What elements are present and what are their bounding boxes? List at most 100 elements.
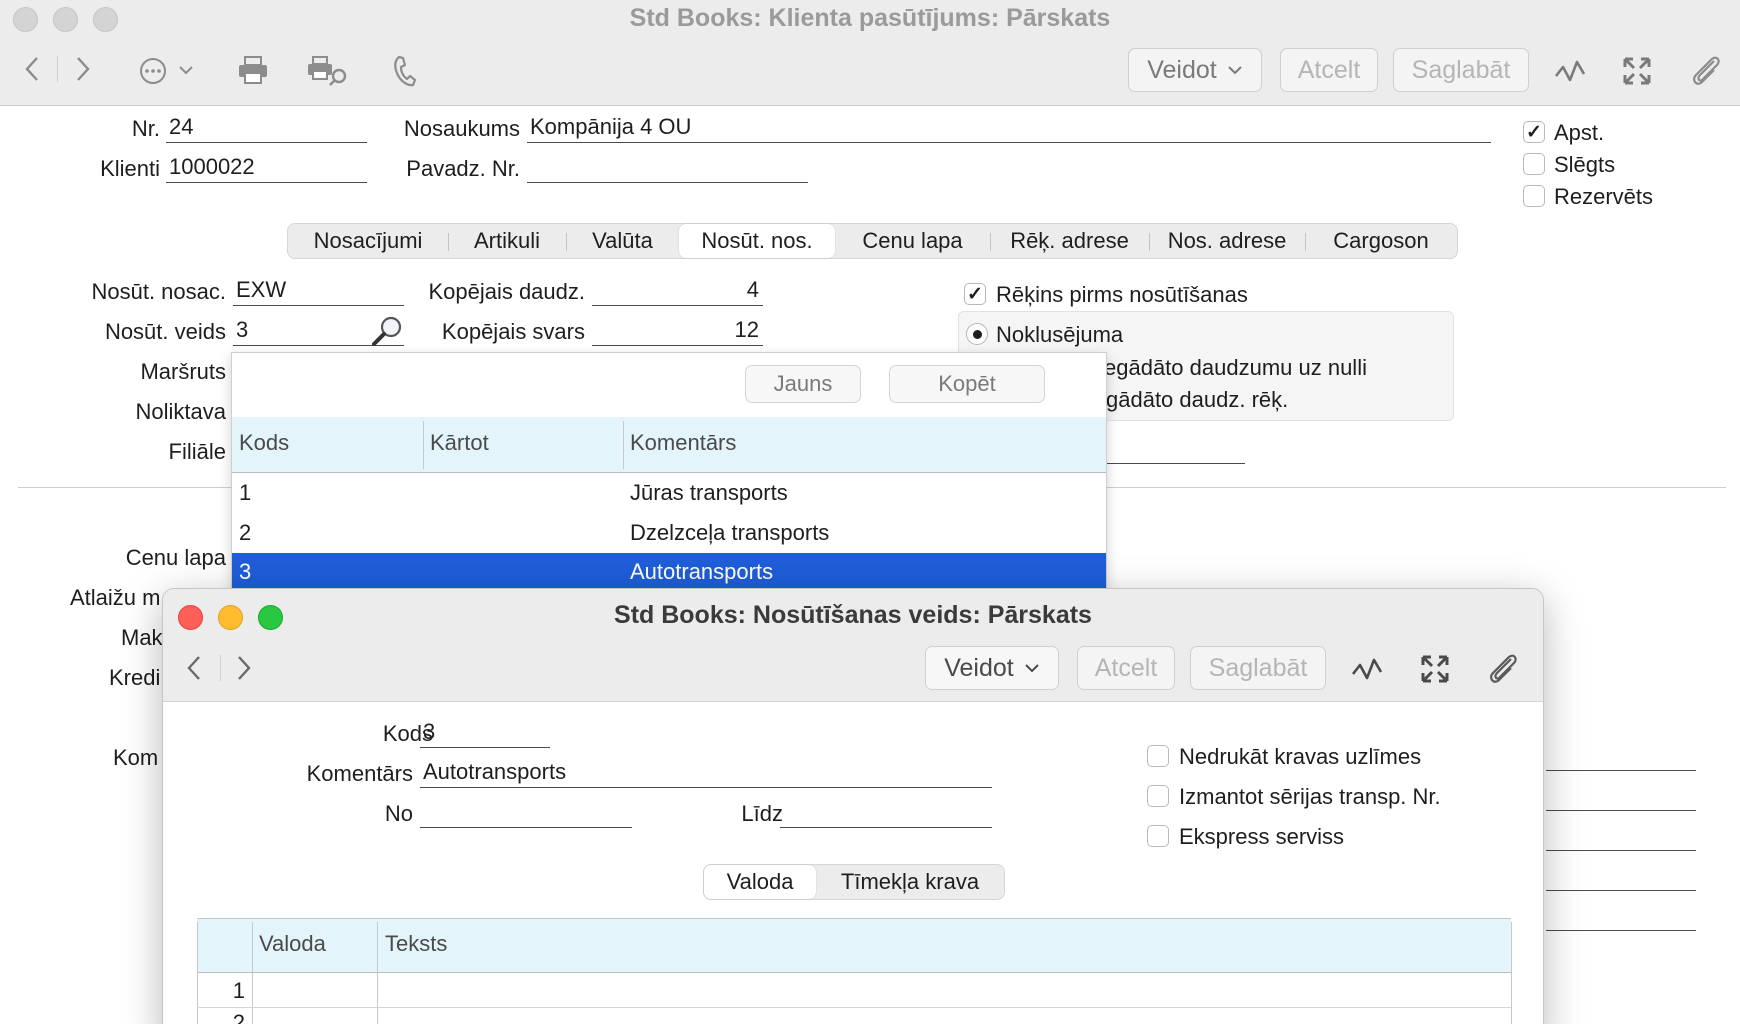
default-radio-label: Noklusējuma bbox=[996, 322, 1124, 347]
tab-web-freight[interactable]: Tīmekļa krava bbox=[816, 865, 1004, 899]
comment-field[interactable]: Autotransports bbox=[420, 758, 992, 788]
shipping-mode-value: 3 bbox=[236, 317, 249, 342]
forward-icon[interactable] bbox=[230, 651, 258, 685]
lookup-magnifier-icon[interactable] bbox=[369, 314, 405, 348]
comment-label: Komentārs bbox=[306, 761, 413, 786]
price-list-label: Cenu lapa bbox=[125, 545, 226, 570]
default-radio[interactable] bbox=[966, 323, 988, 345]
create-label: Veidot bbox=[944, 653, 1014, 682]
cancel-button[interactable]: Atcelt bbox=[1280, 48, 1378, 92]
tab-invoice-address[interactable]: Rēķ. adrese bbox=[990, 224, 1149, 258]
invoice-nr-field[interactable] bbox=[527, 153, 808, 183]
nr-field[interactable]: 24 bbox=[166, 113, 367, 143]
express-service-label: Ekspress serviss bbox=[1179, 824, 1345, 849]
list-item-selected[interactable]: 3 Autotransports bbox=[232, 553, 1106, 591]
column-text[interactable]: Teksts bbox=[385, 931, 447, 957]
expand-icon[interactable] bbox=[1418, 652, 1452, 686]
back-icon[interactable] bbox=[18, 52, 46, 86]
row-comment: Autotransports bbox=[630, 559, 774, 584]
serial-transport-nr-label: Izmantot sērijas transp. Nr. bbox=[1179, 784, 1441, 809]
from-label: No bbox=[384, 801, 413, 826]
create-dropdown-button[interactable]: Veidot bbox=[925, 646, 1059, 690]
comment-label: Kom bbox=[113, 745, 159, 770]
tab-shipping-terms[interactable]: Nosūt. nos. bbox=[679, 224, 835, 258]
activity-icon[interactable] bbox=[1553, 54, 1587, 88]
closed-checkbox[interactable] bbox=[1523, 153, 1545, 175]
paperclip-icon[interactable] bbox=[1688, 52, 1724, 88]
client-label: Klienti bbox=[100, 156, 160, 181]
expand-icon[interactable] bbox=[1620, 54, 1654, 88]
no-print-labels-checkbox[interactable] bbox=[1147, 745, 1169, 767]
confirmed-checkbox[interactable]: ✓ bbox=[1523, 121, 1545, 143]
warehouse-label: Noliktava bbox=[135, 399, 226, 424]
close-button[interactable] bbox=[13, 7, 38, 32]
branch-label: Filiāle bbox=[168, 439, 226, 464]
list-item[interactable]: 1 Jūras transports bbox=[232, 474, 1106, 514]
tab-cargoson[interactable]: Cargoson bbox=[1305, 224, 1457, 258]
payment-label: Mak bbox=[121, 625, 163, 650]
create-dropdown-button[interactable]: Veidot bbox=[1128, 48, 1262, 92]
close-button[interactable] bbox=[178, 605, 203, 630]
tab-conditions[interactable]: Nosacījumi bbox=[288, 224, 448, 258]
column-language[interactable]: Valoda bbox=[259, 931, 326, 957]
invoice-before-shipping-label: Rēķins pirms nosūtīšanas bbox=[996, 282, 1248, 307]
name-field[interactable]: Kompānija 4 OU bbox=[527, 113, 1491, 143]
to-label: Līdz bbox=[741, 801, 783, 826]
shipping-terms-label: Nosūt. nosac. bbox=[91, 279, 226, 304]
cancel-button[interactable]: Atcelt bbox=[1077, 646, 1175, 690]
reserved-checkbox[interactable] bbox=[1523, 185, 1545, 207]
minimize-button[interactable] bbox=[53, 7, 78, 32]
paperclip-icon[interactable] bbox=[1485, 650, 1521, 686]
print-preview-icon[interactable] bbox=[306, 54, 350, 88]
row-code: 1 bbox=[239, 480, 252, 505]
list-item[interactable]: 2 Dzelzceļa transports bbox=[232, 514, 1106, 554]
tab-delivery-address[interactable]: Nos. adrese bbox=[1149, 224, 1305, 258]
shipping-terms-field[interactable]: EXW bbox=[233, 276, 404, 306]
partial-option-text-1: egādāto daudzumu uz nulli bbox=[1104, 355, 1367, 380]
chevron-down-icon bbox=[1025, 664, 1039, 673]
discount-label: Atlaižu m bbox=[70, 585, 161, 610]
shipping-mode-popup: Jauns Kopēt Kods Kārtot Komentārs 1 Jūra… bbox=[231, 352, 1107, 592]
zoom-button[interactable] bbox=[93, 7, 118, 32]
name-label: Nosaukums bbox=[403, 116, 520, 141]
closed-label: Slēgts bbox=[1554, 152, 1616, 177]
invoice-before-shipping-checkbox[interactable]: ✓ bbox=[964, 283, 986, 305]
back-icon[interactable] bbox=[180, 651, 208, 685]
partial-option-text-2: gādāto daudz. rēķ. bbox=[1106, 387, 1289, 412]
phone-icon[interactable] bbox=[390, 54, 420, 88]
client-field[interactable]: 1000022 bbox=[166, 153, 367, 183]
zoom-button[interactable] bbox=[258, 605, 283, 630]
activity-icon[interactable] bbox=[1350, 652, 1384, 686]
save-button[interactable]: Saglabāt bbox=[1190, 646, 1326, 690]
code-field[interactable]: 3 bbox=[420, 718, 550, 748]
tab-language[interactable]: Valoda bbox=[704, 865, 816, 899]
new-button[interactable]: Jauns bbox=[745, 365, 861, 403]
row-comment: Jūras transports bbox=[630, 480, 788, 505]
window-title: Std Books: Klienta pasūtījums: Pārskats bbox=[629, 4, 1111, 32]
credit-label: Kredi bbox=[109, 665, 161, 690]
total-qty-field[interactable]: 4 bbox=[592, 276, 763, 306]
to-field[interactable] bbox=[780, 798, 992, 828]
tab-items[interactable]: Artikuli bbox=[448, 224, 566, 258]
column-code[interactable]: Kods bbox=[239, 430, 289, 456]
chevron-down-icon bbox=[1228, 66, 1242, 75]
reserved-label: Rezervēts bbox=[1554, 184, 1654, 209]
forward-icon[interactable] bbox=[69, 52, 97, 86]
total-weight-field[interactable]: 12 bbox=[592, 316, 763, 346]
column-comment[interactable]: Komentārs bbox=[630, 430, 736, 456]
serial-transport-nr-checkbox[interactable] bbox=[1147, 785, 1169, 807]
row-comment: Dzelzceļa transports bbox=[630, 520, 830, 545]
express-service-checkbox[interactable] bbox=[1147, 825, 1169, 847]
copy-button[interactable]: Kopēt bbox=[889, 365, 1045, 403]
tab-price-list[interactable]: Cenu lapa bbox=[835, 224, 990, 258]
print-icon[interactable] bbox=[236, 54, 270, 86]
minimize-button[interactable] bbox=[218, 605, 243, 630]
save-button[interactable]: Saglabāt bbox=[1393, 48, 1529, 92]
confirmed-label: Apst. bbox=[1554, 120, 1605, 145]
more-actions-icon[interactable] bbox=[137, 56, 197, 86]
row-number: 2 bbox=[232, 1010, 245, 1024]
tab-currency[interactable]: Valūta bbox=[566, 224, 679, 258]
column-sort[interactable]: Kārtot bbox=[430, 430, 489, 456]
nr-label: Nr. bbox=[131, 116, 160, 141]
from-field[interactable] bbox=[420, 798, 632, 828]
